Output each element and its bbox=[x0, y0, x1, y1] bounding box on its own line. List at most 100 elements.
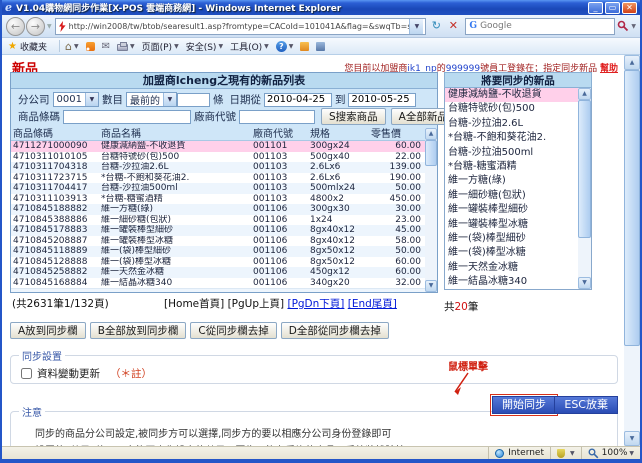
cell-spec: 300gx24 bbox=[310, 141, 371, 152]
list-item[interactable]: 維一細砂糖(包狀) bbox=[445, 189, 578, 203]
table-row[interactable]: 4710845208887維一罐裝棒型冰糖0011068gx40x1258.00 bbox=[11, 236, 425, 247]
protected-mode-indicator[interactable]: ▼ bbox=[550, 447, 581, 459]
favorites-label: 收藏夹 bbox=[20, 40, 47, 53]
scroll-up-icon[interactable]: ▲ bbox=[578, 88, 591, 100]
list-item[interactable]: 維一罐裝棒型冰糖 bbox=[445, 218, 578, 232]
favorites-button[interactable]: ★ 收藏夹 bbox=[8, 40, 47, 53]
count-input[interactable] bbox=[177, 93, 210, 107]
list-item[interactable]: *台糖-不飽和葵花油2. bbox=[445, 131, 578, 145]
end-page-link[interactable]: [End尾頁] bbox=[348, 298, 397, 310]
table-scrollbar[interactable]: ▲ ▼ bbox=[425, 128, 437, 292]
scrollbar-track[interactable] bbox=[624, 346, 640, 431]
cell-spec: 500mlx24 bbox=[310, 183, 371, 194]
address-bar[interactable]: http://win2008/tw/btob/searesult1.asp?fr… bbox=[55, 18, 427, 35]
scroll-down-icon[interactable]: ▼ bbox=[624, 431, 640, 446]
table-row[interactable]: 4711271000090健康減納鹽-不收退貨001101300gx2460.0… bbox=[11, 141, 425, 152]
table-row[interactable]: 4710311704417台糖-沙拉油500ml001103500mlx2450… bbox=[11, 183, 425, 194]
refresh-button[interactable]: ↻ bbox=[428, 18, 444, 35]
list-scrollbar[interactable]: ▲ ▼ bbox=[578, 88, 591, 289]
remove-all-from-sync-button[interactable]: D全部從同步欄去掉 bbox=[281, 322, 389, 339]
table-row[interactable]: 4710311723715*台糖-不飽和葵花油2.0011032.6Lx6190… bbox=[11, 173, 425, 184]
table-row[interactable]: 4710311704318台糖-沙拉油2.6L0011032.6Lx6139.0… bbox=[11, 162, 425, 173]
search-options-dropdown-icon[interactable]: ▼ bbox=[631, 23, 636, 30]
remove-from-sync-button[interactable]: C從同步欄去掉 bbox=[190, 322, 276, 339]
cell-vendor: 001103 bbox=[253, 183, 310, 194]
list-item[interactable]: 台糖-沙拉油2.6L bbox=[445, 117, 578, 131]
list-item[interactable]: 維一(袋)棒型細砂 bbox=[445, 232, 578, 246]
address-dropdown-icon[interactable]: ▼ bbox=[409, 19, 423, 34]
barcode-input[interactable] bbox=[63, 110, 191, 124]
close-button[interactable]: ✕ bbox=[622, 2, 637, 14]
list-item[interactable]: 維一結晶冰糖340 bbox=[445, 275, 578, 289]
table-row[interactable]: 4710845118889維一(袋)棒型細砂0011068gx50x1250.0… bbox=[11, 246, 425, 257]
cell-name: *台糖-不飽和葵花油2. bbox=[101, 173, 253, 184]
recent-pages-dropdown-icon[interactable]: ▼ bbox=[47, 23, 52, 30]
table-row[interactable]: 4710845258882維一天然金冰糖001106450gx1260.00 bbox=[11, 267, 425, 278]
pgdn-page-link[interactable]: [PgDn下頁] bbox=[287, 298, 344, 310]
count-mode-select[interactable]: 最前的▼ bbox=[126, 92, 177, 107]
barcode-label: 商品條碼 bbox=[18, 109, 60, 124]
list-item[interactable]: 台糖特號砂(包)500 bbox=[445, 102, 578, 116]
scroll-down-icon[interactable]: ▼ bbox=[578, 277, 591, 289]
date-from-input[interactable] bbox=[264, 93, 332, 107]
table-row[interactable]: 4710845388886維一細砂糖(包狀)0011061x2423.00 bbox=[11, 215, 425, 226]
list-item[interactable]: 維一方糖(綠) bbox=[445, 174, 578, 188]
scroll-up-icon[interactable]: ▲ bbox=[624, 55, 640, 70]
page-scrollbar[interactable]: ▲ ▼ bbox=[624, 55, 640, 446]
scrollbar-thumb[interactable] bbox=[624, 70, 640, 346]
branch-select[interactable]: 0001▼ bbox=[53, 92, 99, 107]
table-row[interactable]: 4710845168884維一結晶冰糖340001106340gx2032.00 bbox=[11, 278, 425, 289]
list-item[interactable]: 台糖-沙拉油500ml bbox=[445, 146, 578, 160]
tools-menu[interactable]: 工具(O)▼ bbox=[230, 40, 269, 53]
scrollbar-thumb[interactable] bbox=[578, 100, 591, 238]
toolbar-extra-button-2[interactable] bbox=[316, 42, 325, 51]
read-mail-button[interactable]: ✉ bbox=[102, 41, 110, 52]
list-item[interactable]: 維一天然金冰糖 bbox=[445, 261, 578, 275]
data-change-update-checkbox[interactable] bbox=[21, 368, 32, 379]
search-box[interactable]: G Google bbox=[465, 18, 615, 35]
vendor-input[interactable] bbox=[239, 110, 315, 124]
date-to-input[interactable] bbox=[348, 93, 416, 107]
table-row[interactable]: 4710845178883維一罐裝棒型細砂0011068gx40x1245.00 bbox=[11, 225, 425, 236]
chevron-down-icon: ▼ bbox=[85, 93, 98, 106]
toolbar-extra-button-1[interactable] bbox=[300, 42, 309, 51]
help-menu[interactable]: ?▼ bbox=[276, 41, 294, 52]
search-products-button[interactable]: S搜索商品 bbox=[321, 108, 386, 125]
stop-button[interactable]: ✕ bbox=[445, 18, 461, 35]
scroll-down-icon[interactable]: ▼ bbox=[425, 280, 437, 292]
table-row[interactable]: 4710311103913*台糖-糖蜜酒精0011034800x2450.00 bbox=[11, 194, 425, 205]
add-all-to-sync-button[interactable]: B全部放到同步欄 bbox=[90, 322, 187, 339]
feeds-button[interactable] bbox=[86, 42, 95, 51]
branch-label: 分公司 bbox=[18, 92, 50, 107]
print-button[interactable]: ▼ bbox=[117, 42, 135, 51]
zoom-control[interactable]: 100% ▼ bbox=[581, 447, 640, 459]
cell-spec: 500gx40 bbox=[310, 152, 371, 163]
help-link[interactable]: 幫助 bbox=[600, 64, 618, 74]
back-button[interactable]: ← bbox=[6, 17, 25, 36]
forward-button[interactable]: → bbox=[26, 17, 45, 36]
list-item[interactable]: *台糖-糖蜜酒精 bbox=[445, 160, 578, 174]
url-text[interactable]: http://win2008/tw/btob/searesult1.asp?fr… bbox=[69, 22, 410, 31]
maximize-button[interactable]: ▭ bbox=[605, 2, 620, 14]
list-item[interactable]: 維一罐裝棒型細砂 bbox=[445, 203, 578, 217]
table-row[interactable]: 4710845128888維一(袋)棒型冰糖0011068gx50x1260.0… bbox=[11, 257, 425, 268]
scrollbar-thumb[interactable] bbox=[425, 140, 437, 166]
table-row[interactable]: 4710845188882維一方糖(綠)001106300gx3030.00 bbox=[11, 204, 425, 215]
home-button[interactable]: ⌂▼ bbox=[65, 40, 79, 53]
scrollbar-track[interactable] bbox=[578, 238, 591, 277]
start-sync-button[interactable]: 開始同步 bbox=[492, 396, 556, 414]
zone-label: Internet bbox=[508, 448, 544, 458]
minimize-button[interactable]: _ bbox=[588, 2, 603, 14]
scrollbar-track[interactable] bbox=[425, 166, 437, 280]
table-row[interactable]: 4710311010105台糖特號砂(包)500001103500gx4022.… bbox=[11, 152, 425, 163]
search-magnifier-icon[interactable] bbox=[617, 17, 629, 36]
list-item[interactable]: 健康減納鹽-不收退貨 bbox=[445, 88, 578, 102]
add-to-sync-button[interactable]: A放到同步欄 bbox=[10, 322, 86, 339]
scroll-up-icon[interactable]: ▲ bbox=[425, 128, 437, 140]
list-item[interactable]: 維一(袋)棒型冰糖 bbox=[445, 246, 578, 260]
esc-cancel-button[interactable]: ESC放棄 bbox=[554, 396, 618, 414]
page-menu[interactable]: 页面(P)▼ bbox=[142, 40, 179, 53]
safety-menu[interactable]: 安全(S)▼ bbox=[186, 40, 223, 53]
count-unit-label: 條 bbox=[213, 92, 224, 107]
search-input[interactable]: Google bbox=[480, 21, 611, 31]
